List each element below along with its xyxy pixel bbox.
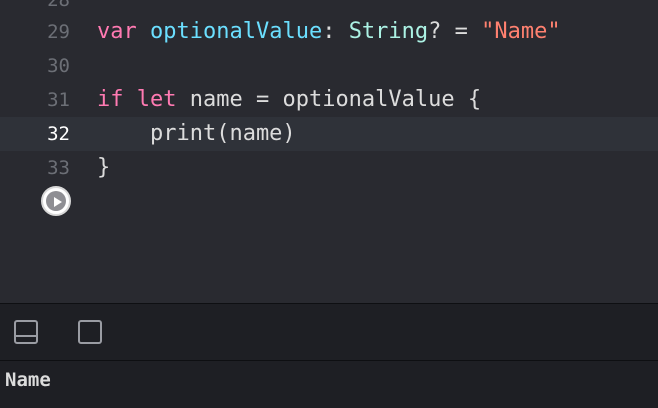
closing-brace: } [97,155,111,180]
run-playground-button[interactable] [41,186,71,216]
line-number: 32 [47,123,70,145]
keyword-var: var [97,19,137,44]
identifier-optional-value: optionalValue [150,19,323,44]
line-number: 33 [47,157,70,179]
punctuation: ? = [428,19,482,44]
line-number: 29 [47,21,70,43]
type-string: String [348,19,429,44]
code-text: } [97,151,110,185]
console-output: Name [5,369,51,391]
line-number: 30 [47,55,70,77]
string-literal: "Name" [481,19,561,44]
code-line-30[interactable]: 30 [0,49,658,83]
code-plain: name = optionalValue { [176,87,482,112]
code-line-31[interactable]: 31 if let name = optionalValue { [0,83,658,117]
punctuation: : [322,19,349,44]
code-text: var optionalValue: String? = "Name" [97,15,561,49]
keyword-let: let [136,87,177,112]
code-text: if let name = optionalValue { [97,83,481,117]
code-editor[interactable]: 28 29 var optionalValue: String? = "Name… [0,0,658,303]
line-number: 31 [47,89,70,111]
debug-toolbar [0,304,658,360]
keyword-if: if [97,87,124,112]
code-text: print(name) [97,117,296,151]
play-icon [46,191,66,211]
show-variables-icon[interactable] [78,320,102,344]
code-plain: print(name) [97,121,296,146]
code-line-32-current[interactable]: 32 print(name) [0,117,658,151]
code-line-33[interactable]: 33 } [0,151,658,185]
console-area[interactable]: Name [0,361,658,408]
hide-debug-area-icon[interactable] [14,320,38,344]
code-line-29[interactable]: 29 var optionalValue: String? = "Name" [0,15,658,49]
